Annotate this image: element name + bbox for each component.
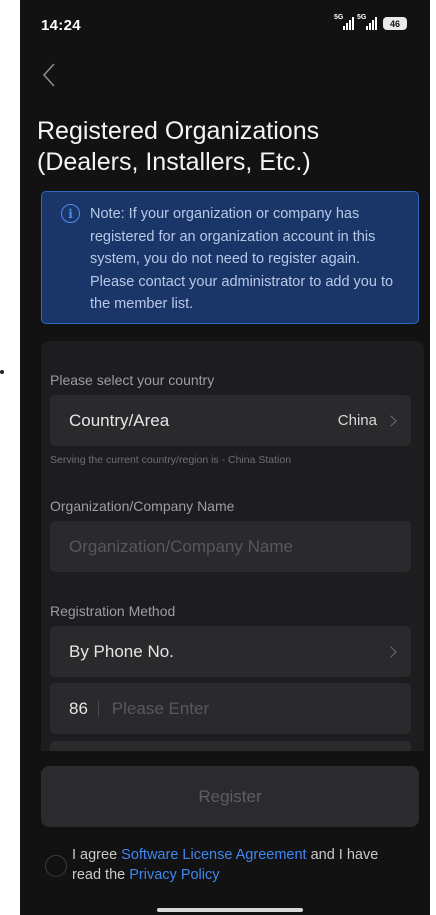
- org-name-input[interactable]: [69, 536, 395, 557]
- divider: [97, 700, 99, 717]
- registration-method-value: By Phone No.: [69, 641, 174, 661]
- country-code[interactable]: 86: [69, 699, 88, 719]
- country-area-selector[interactable]: Country/Area China: [50, 395, 411, 446]
- registration-form: Please select your country Country/Area …: [41, 341, 424, 751]
- country-area-label: Country/Area: [69, 410, 170, 430]
- registration-method-selector[interactable]: By Phone No.: [50, 626, 411, 677]
- agree-radio[interactable]: [45, 855, 67, 877]
- register-button[interactable]: Register: [41, 766, 419, 827]
- status-icons: 5G 5G 46: [334, 14, 407, 30]
- status-time: 14:24: [41, 17, 81, 34]
- chevron-right-icon: [385, 645, 397, 658]
- note-text: Note: If your organization or company ha…: [90, 206, 394, 312]
- back-button[interactable]: [42, 60, 66, 90]
- info-note: i Note: If your organization or company …: [41, 191, 419, 324]
- registration-method-label: Registration Method: [50, 603, 176, 619]
- phone-field[interactable]: 86: [50, 683, 411, 734]
- edge-dot: [0, 370, 4, 374]
- license-agreement-link[interactable]: Software License Agreement: [121, 847, 306, 863]
- agreement-text: I agree Software License Agreement and I…: [72, 845, 405, 885]
- battery-icon: 46: [383, 17, 407, 30]
- next-field-partial[interactable]: [50, 741, 411, 751]
- country-label: Please select your country: [50, 372, 215, 388]
- phone-input[interactable]: [111, 698, 395, 719]
- chevron-left-icon: [42, 63, 55, 87]
- page-title-line2: (Dealers, Installers, Etc.): [37, 148, 311, 176]
- info-icon: i: [61, 204, 80, 223]
- privacy-policy-link[interactable]: Privacy Policy: [129, 867, 219, 883]
- status-bar: 14:24 5G 5G 46: [20, 0, 430, 46]
- agree-prefix: I agree: [72, 847, 122, 863]
- chevron-right-icon: [385, 414, 397, 427]
- signal-icon: 5G: [334, 14, 354, 30]
- signal-tag-2: 5G: [357, 14, 367, 21]
- signal-tag: 5G: [334, 14, 344, 21]
- country-value: China: [337, 412, 377, 429]
- home-indicator: [157, 908, 303, 912]
- page-title: Registered Organizations (Dealers, Insta…: [37, 116, 417, 178]
- signal-icon-2: 5G: [357, 14, 377, 30]
- station-hint: Serving the current country/region is - …: [50, 454, 292, 466]
- org-name-label: Organization/Company Name: [50, 498, 235, 514]
- org-name-field[interactable]: [50, 521, 411, 572]
- agreement-row: I agree Software License Agreement and I…: [45, 845, 405, 885]
- phone-screen: 14:24 5G 5G 46 Registered Organizations …: [20, 0, 430, 915]
- page-title-line1: Registered Organizations: [37, 117, 320, 145]
